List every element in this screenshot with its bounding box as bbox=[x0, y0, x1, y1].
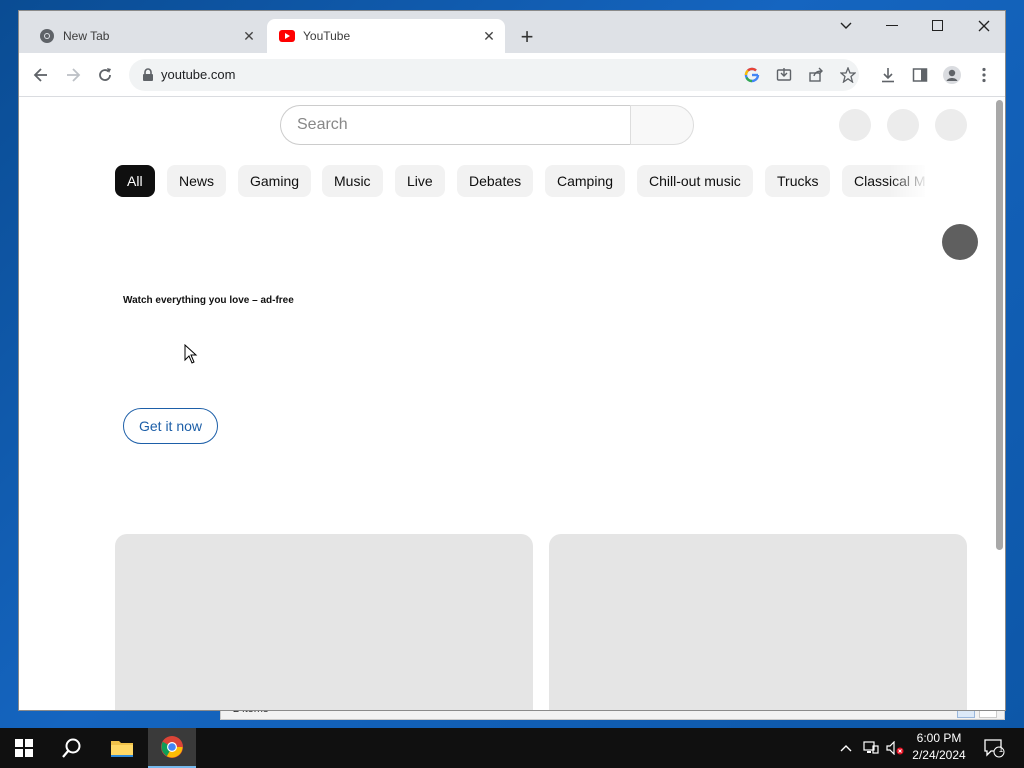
chrome-window: New Tab ✕ YouTube ✕ + youtube.com Search… bbox=[18, 10, 1006, 711]
chrome-icon bbox=[40, 29, 54, 43]
tab-title: New Tab bbox=[63, 29, 110, 43]
volume-muted-icon[interactable] bbox=[884, 728, 906, 768]
show-hidden-icons-icon[interactable] bbox=[836, 728, 856, 768]
install-app-icon[interactable] bbox=[775, 66, 793, 84]
side-panel-icon[interactable] bbox=[909, 64, 931, 86]
chip-news[interactable]: News bbox=[167, 165, 227, 197]
youtube-icon bbox=[279, 30, 295, 42]
scrollbar-thumb[interactable] bbox=[996, 100, 1003, 550]
chrome-menu-icon[interactable] bbox=[973, 64, 995, 86]
chip-camping[interactable]: Camping bbox=[545, 165, 626, 197]
reload-icon[interactable] bbox=[93, 63, 117, 87]
taskbar: 6:00 PM 2/24/2024 1 bbox=[0, 728, 1024, 768]
back-icon[interactable] bbox=[29, 63, 53, 87]
page-scrollbar[interactable] bbox=[993, 98, 1005, 710]
bookmark-star-icon[interactable] bbox=[839, 66, 857, 84]
close-window-button[interactable] bbox=[961, 11, 1005, 41]
close-tab-icon[interactable]: ✕ bbox=[239, 26, 259, 46]
chip-chill-out-music[interactable]: Chill-out music bbox=[637, 165, 753, 197]
chip-gaming[interactable]: Gaming bbox=[238, 165, 312, 197]
video-thumbnail-placeholder[interactable] bbox=[549, 534, 967, 710]
profile-icon[interactable] bbox=[941, 64, 963, 86]
search-taskbar-icon[interactable] bbox=[48, 728, 96, 768]
search-box[interactable] bbox=[280, 105, 631, 145]
tab-title: YouTube bbox=[303, 29, 351, 43]
network-icon[interactable] bbox=[860, 728, 882, 768]
notification-count: 1 bbox=[998, 745, 1004, 754]
chip-live[interactable]: Live bbox=[395, 165, 445, 197]
promo-title: Watch everything you love – ad-free bbox=[123, 295, 294, 306]
chip-debates[interactable]: Debates bbox=[457, 165, 534, 197]
search-input[interactable] bbox=[297, 116, 617, 134]
url-text[interactable]: youtube.com bbox=[161, 67, 235, 82]
create-icon[interactable] bbox=[839, 109, 871, 141]
action-center-icon[interactable]: 1 bbox=[980, 728, 1008, 768]
browser-toolbar: youtube.com bbox=[19, 53, 1005, 97]
notifications-icon[interactable] bbox=[887, 109, 919, 141]
mouse-cursor-icon bbox=[184, 344, 198, 364]
downloads-icon[interactable] bbox=[877, 64, 899, 86]
maximize-button[interactable] bbox=[915, 11, 961, 41]
promo-dismiss-avatar[interactable] bbox=[942, 224, 978, 260]
file-explorer-icon[interactable] bbox=[98, 728, 146, 768]
taskbar-clock[interactable]: 6:00 PM 2/24/2024 bbox=[905, 730, 973, 764]
google-lens-icon[interactable] bbox=[743, 66, 761, 84]
tab-new-tab[interactable]: New Tab ✕ bbox=[27, 19, 265, 53]
lock-icon[interactable] bbox=[141, 68, 155, 82]
clock-time: 6:00 PM bbox=[916, 731, 962, 745]
tab-search-icon[interactable] bbox=[823, 11, 869, 41]
youtube-page: All News Gaming Music Live Debates Campi… bbox=[19, 98, 994, 710]
close-tab-icon[interactable]: ✕ bbox=[479, 26, 499, 46]
tab-youtube[interactable]: YouTube ✕ bbox=[267, 19, 505, 53]
chip-all[interactable]: All bbox=[115, 165, 155, 197]
video-thumbnail-placeholder[interactable] bbox=[115, 534, 533, 710]
chip-bar: All News Gaming Music Live Debates Campi… bbox=[115, 165, 925, 198]
chrome-taskbar-icon[interactable] bbox=[148, 728, 196, 768]
account-avatar[interactable] bbox=[935, 109, 967, 141]
windows-logo-icon bbox=[15, 739, 33, 757]
minimize-button[interactable] bbox=[869, 11, 915, 41]
forward-icon[interactable] bbox=[61, 63, 85, 87]
chip-music[interactable]: Music bbox=[322, 165, 383, 197]
search-button[interactable] bbox=[630, 105, 694, 145]
get-it-now-button[interactable]: Get it now bbox=[123, 408, 218, 444]
tab-strip: New Tab ✕ YouTube ✕ + bbox=[19, 11, 1005, 53]
chip-bar-fade bbox=[889, 165, 929, 198]
address-bar[interactable]: youtube.com bbox=[129, 59, 859, 91]
chip-trucks[interactable]: Trucks bbox=[765, 165, 831, 197]
share-icon[interactable] bbox=[807, 66, 825, 84]
clock-date: 2/24/2024 bbox=[912, 748, 966, 762]
new-tab-button[interactable]: + bbox=[515, 24, 539, 49]
start-button[interactable] bbox=[0, 728, 48, 768]
